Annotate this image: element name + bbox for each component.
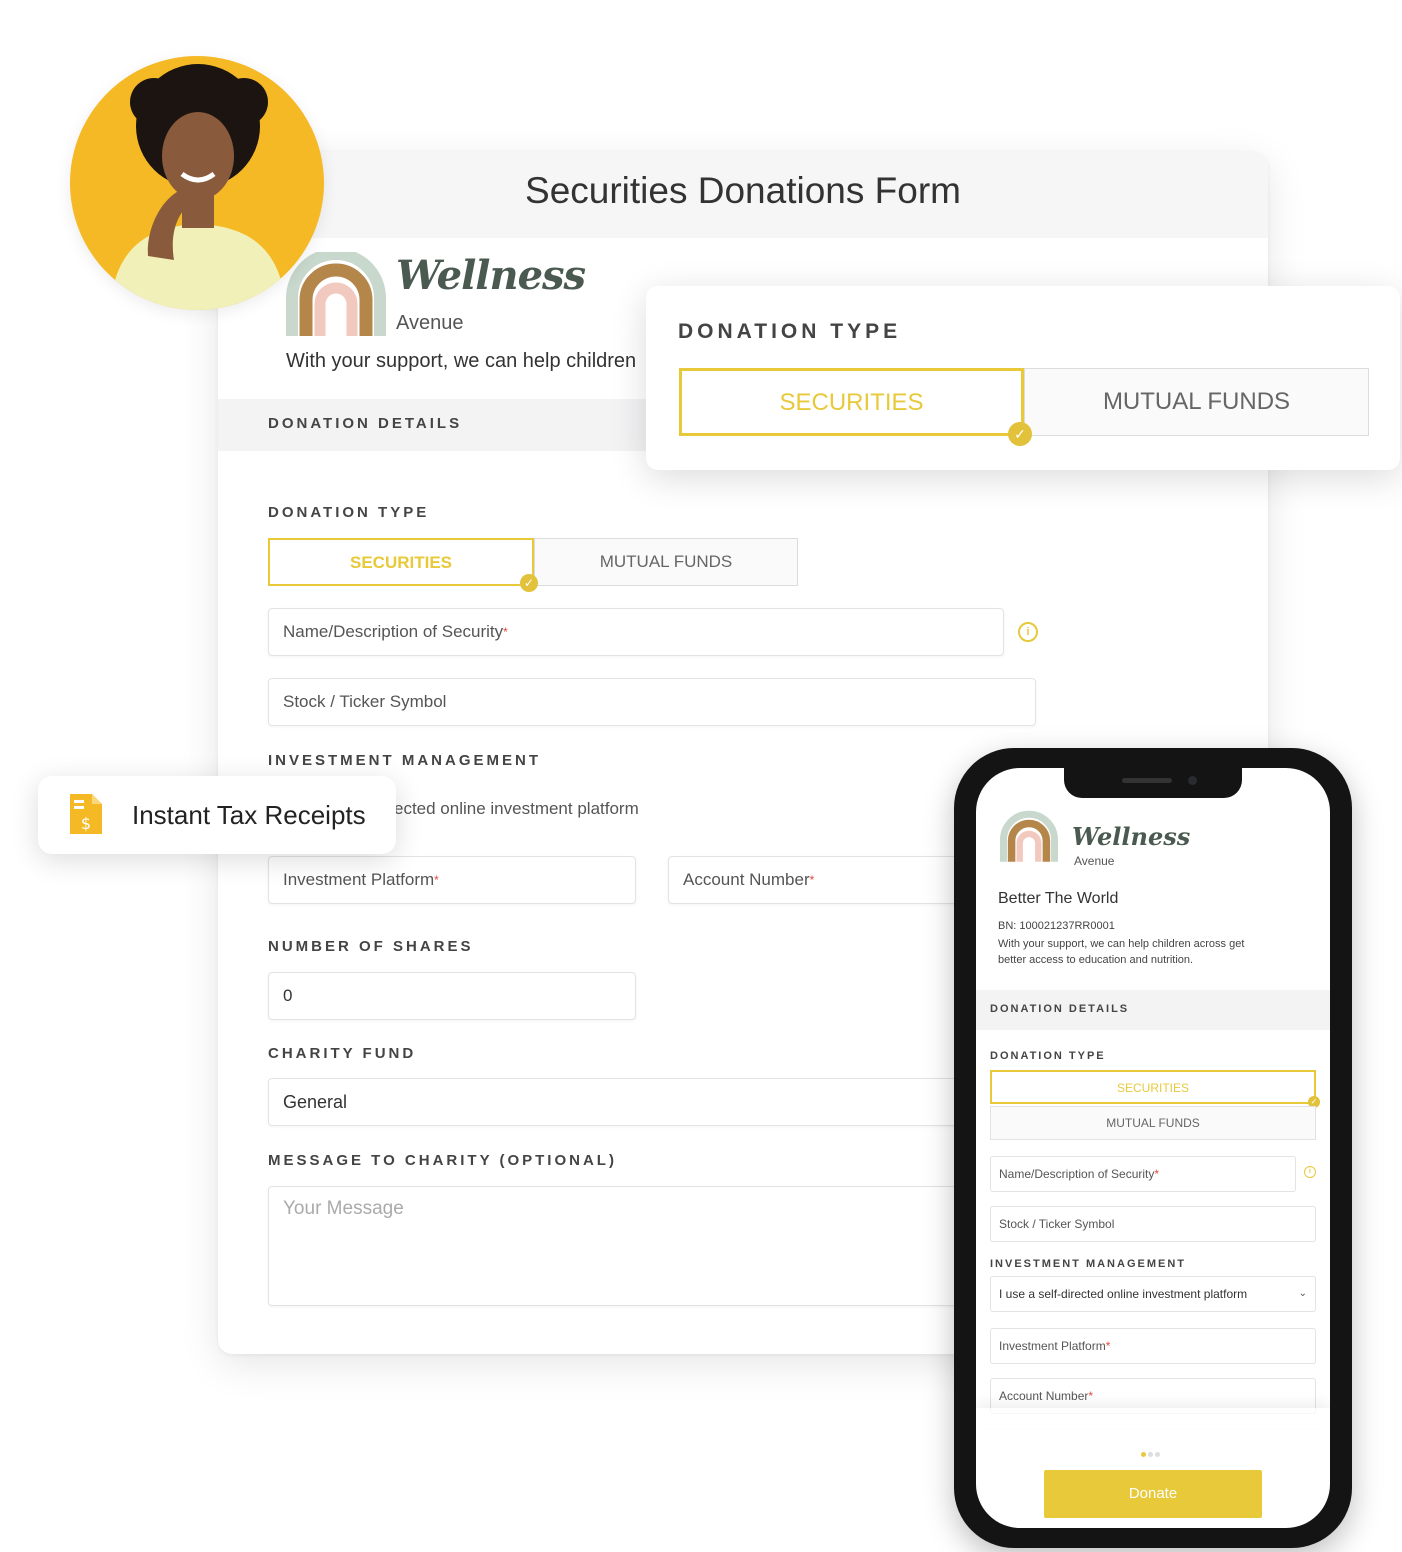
popup-donation-type-label: DONATION TYPE [678, 320, 902, 343]
phone-security-name-field[interactable]: Name/Description of Security* [990, 1156, 1296, 1192]
donation-type-popup: DONATION TYPE SECURITIES MUTUAL FUNDS ✓ [646, 286, 1400, 470]
phone-investment-platform-placeholder: Investment Platform [999, 1339, 1106, 1353]
phone-donation-type-label: DONATION TYPE [990, 1050, 1106, 1062]
phone-mutual-funds-toggle[interactable]: MUTUAL FUNDS [990, 1106, 1316, 1140]
page-dot[interactable] [1141, 1452, 1146, 1457]
donate-button[interactable]: Donate [1044, 1470, 1262, 1518]
charity-fund-select[interactable]: General [268, 1078, 1036, 1126]
ticker-symbol-field[interactable]: Stock / Ticker Symbol [268, 678, 1036, 726]
popup-securities-toggle[interactable]: SECURITIES [679, 368, 1024, 436]
phone-org-name: Better The World [998, 890, 1119, 907]
securities-toggle[interactable]: SECURITIES [268, 538, 534, 586]
phone-description-line2: better access to education and nutrition… [998, 954, 1194, 966]
required-marker: * [434, 873, 439, 887]
section-title: DONATION DETAILS [268, 415, 463, 432]
brand-logo: Wellness Avenue [286, 252, 586, 342]
camera-icon [1188, 776, 1197, 785]
brand-name: Wellness [396, 252, 586, 299]
form-header: Securities Donations Form [218, 152, 1268, 238]
pagination-dots[interactable] [1140, 1444, 1161, 1462]
message-placeholder: Your Message [283, 1198, 404, 1219]
investment-platform-placeholder: Investment Platform [283, 870, 435, 889]
tagline: With your support, we can help children [286, 350, 637, 372]
person-illustration-icon [110, 64, 286, 310]
number-of-shares-label: NUMBER OF SHARES [268, 938, 474, 955]
popup-mutual-funds-toggle[interactable]: MUTUAL FUNDS [1024, 368, 1369, 436]
required-marker: * [1105, 1339, 1111, 1353]
phone-info-icon[interactable]: i [1304, 1166, 1316, 1178]
avatar [70, 56, 324, 310]
phone-security-name-placeholder: Name/Description of Security [999, 1167, 1155, 1181]
instant-tax-receipts-badge: $ Instant Tax Receipts [38, 776, 396, 854]
required-marker: * [809, 873, 815, 887]
receipt-icon: $ [70, 794, 102, 834]
account-number-placeholder: Account Number [683, 870, 810, 889]
check-icon: ✓ [1008, 422, 1032, 446]
form-title: Securities Donations Form [525, 170, 961, 211]
donation-type-label: DONATION TYPE [268, 504, 430, 521]
phone-ticker-symbol-field[interactable]: Stock / Ticker Symbol [990, 1206, 1316, 1242]
ticker-placeholder: Stock / Ticker Symbol [283, 692, 447, 711]
number-of-shares-input[interactable]: 0 [268, 972, 636, 1020]
phone-account-number-placeholder: Account Number [999, 1389, 1089, 1403]
phone-section-title: DONATION DETAILS [990, 1003, 1130, 1015]
check-icon: ✓ [520, 574, 538, 592]
phone-brand-name: Wellness [1072, 822, 1191, 851]
investment-management-value: ected online investment platform [394, 799, 639, 818]
phone-ticker-placeholder: Stock / Ticker Symbol [999, 1217, 1115, 1231]
phone-screen: Wellness Avenue Better The World BN: 100… [976, 768, 1330, 1528]
message-label: MESSAGE TO CHARITY (OPTIONAL) [268, 1152, 617, 1169]
required-marker: * [503, 625, 508, 639]
page-dot[interactable] [1155, 1452, 1160, 1457]
page-dot[interactable] [1148, 1452, 1153, 1457]
phone-scroll-fade [976, 1408, 1330, 1428]
security-name-field[interactable]: Name/Description of Security* [268, 608, 1004, 656]
svg-text:$: $ [81, 814, 91, 833]
phone-investment-management-value: I use a self-directed online investment … [999, 1287, 1248, 1301]
info-icon[interactable]: i [1018, 622, 1038, 642]
phone-notch [1064, 768, 1242, 798]
phone-bn: BN: 100021237RR0001 [998, 920, 1115, 932]
required-marker: * [1154, 1167, 1160, 1181]
message-textarea[interactable]: Your Message [268, 1186, 1036, 1306]
required-marker: * [1088, 1389, 1094, 1403]
investment-platform-field[interactable]: Investment Platform* [268, 856, 636, 904]
charity-fund-label: CHARITY FUND [268, 1045, 417, 1062]
instant-tax-receipts-text: Instant Tax Receipts [132, 800, 366, 830]
investment-management-label: INVESTMENT MANAGEMENT [268, 752, 541, 769]
phone-investment-management-label: INVESTMENT MANAGEMENT [990, 1258, 1186, 1270]
mutual-funds-toggle[interactable]: MUTUAL FUNDS [534, 538, 798, 586]
phone-securities-toggle[interactable]: SECURITIES [990, 1070, 1316, 1104]
speaker-icon [1122, 778, 1172, 783]
chevron-down-icon: ⌄ [1298, 1288, 1307, 1299]
phone-brand-subtitle: Avenue [1074, 854, 1115, 868]
phone-investment-platform-field[interactable]: Investment Platform* [990, 1328, 1316, 1364]
brand-subtitle: Avenue [396, 312, 464, 334]
phone-investment-management-select[interactable]: I use a self-directed online investment … [990, 1276, 1316, 1312]
phone-section-bar: DONATION DETAILS [976, 990, 1330, 1030]
phone-mockup: Wellness Avenue Better The World BN: 100… [954, 748, 1352, 1548]
phone-description-line1: With your support, we can help children … [998, 938, 1245, 950]
security-name-placeholder: Name/Description of Security [283, 622, 504, 641]
rainbow-logo-icon [1000, 810, 1058, 862]
